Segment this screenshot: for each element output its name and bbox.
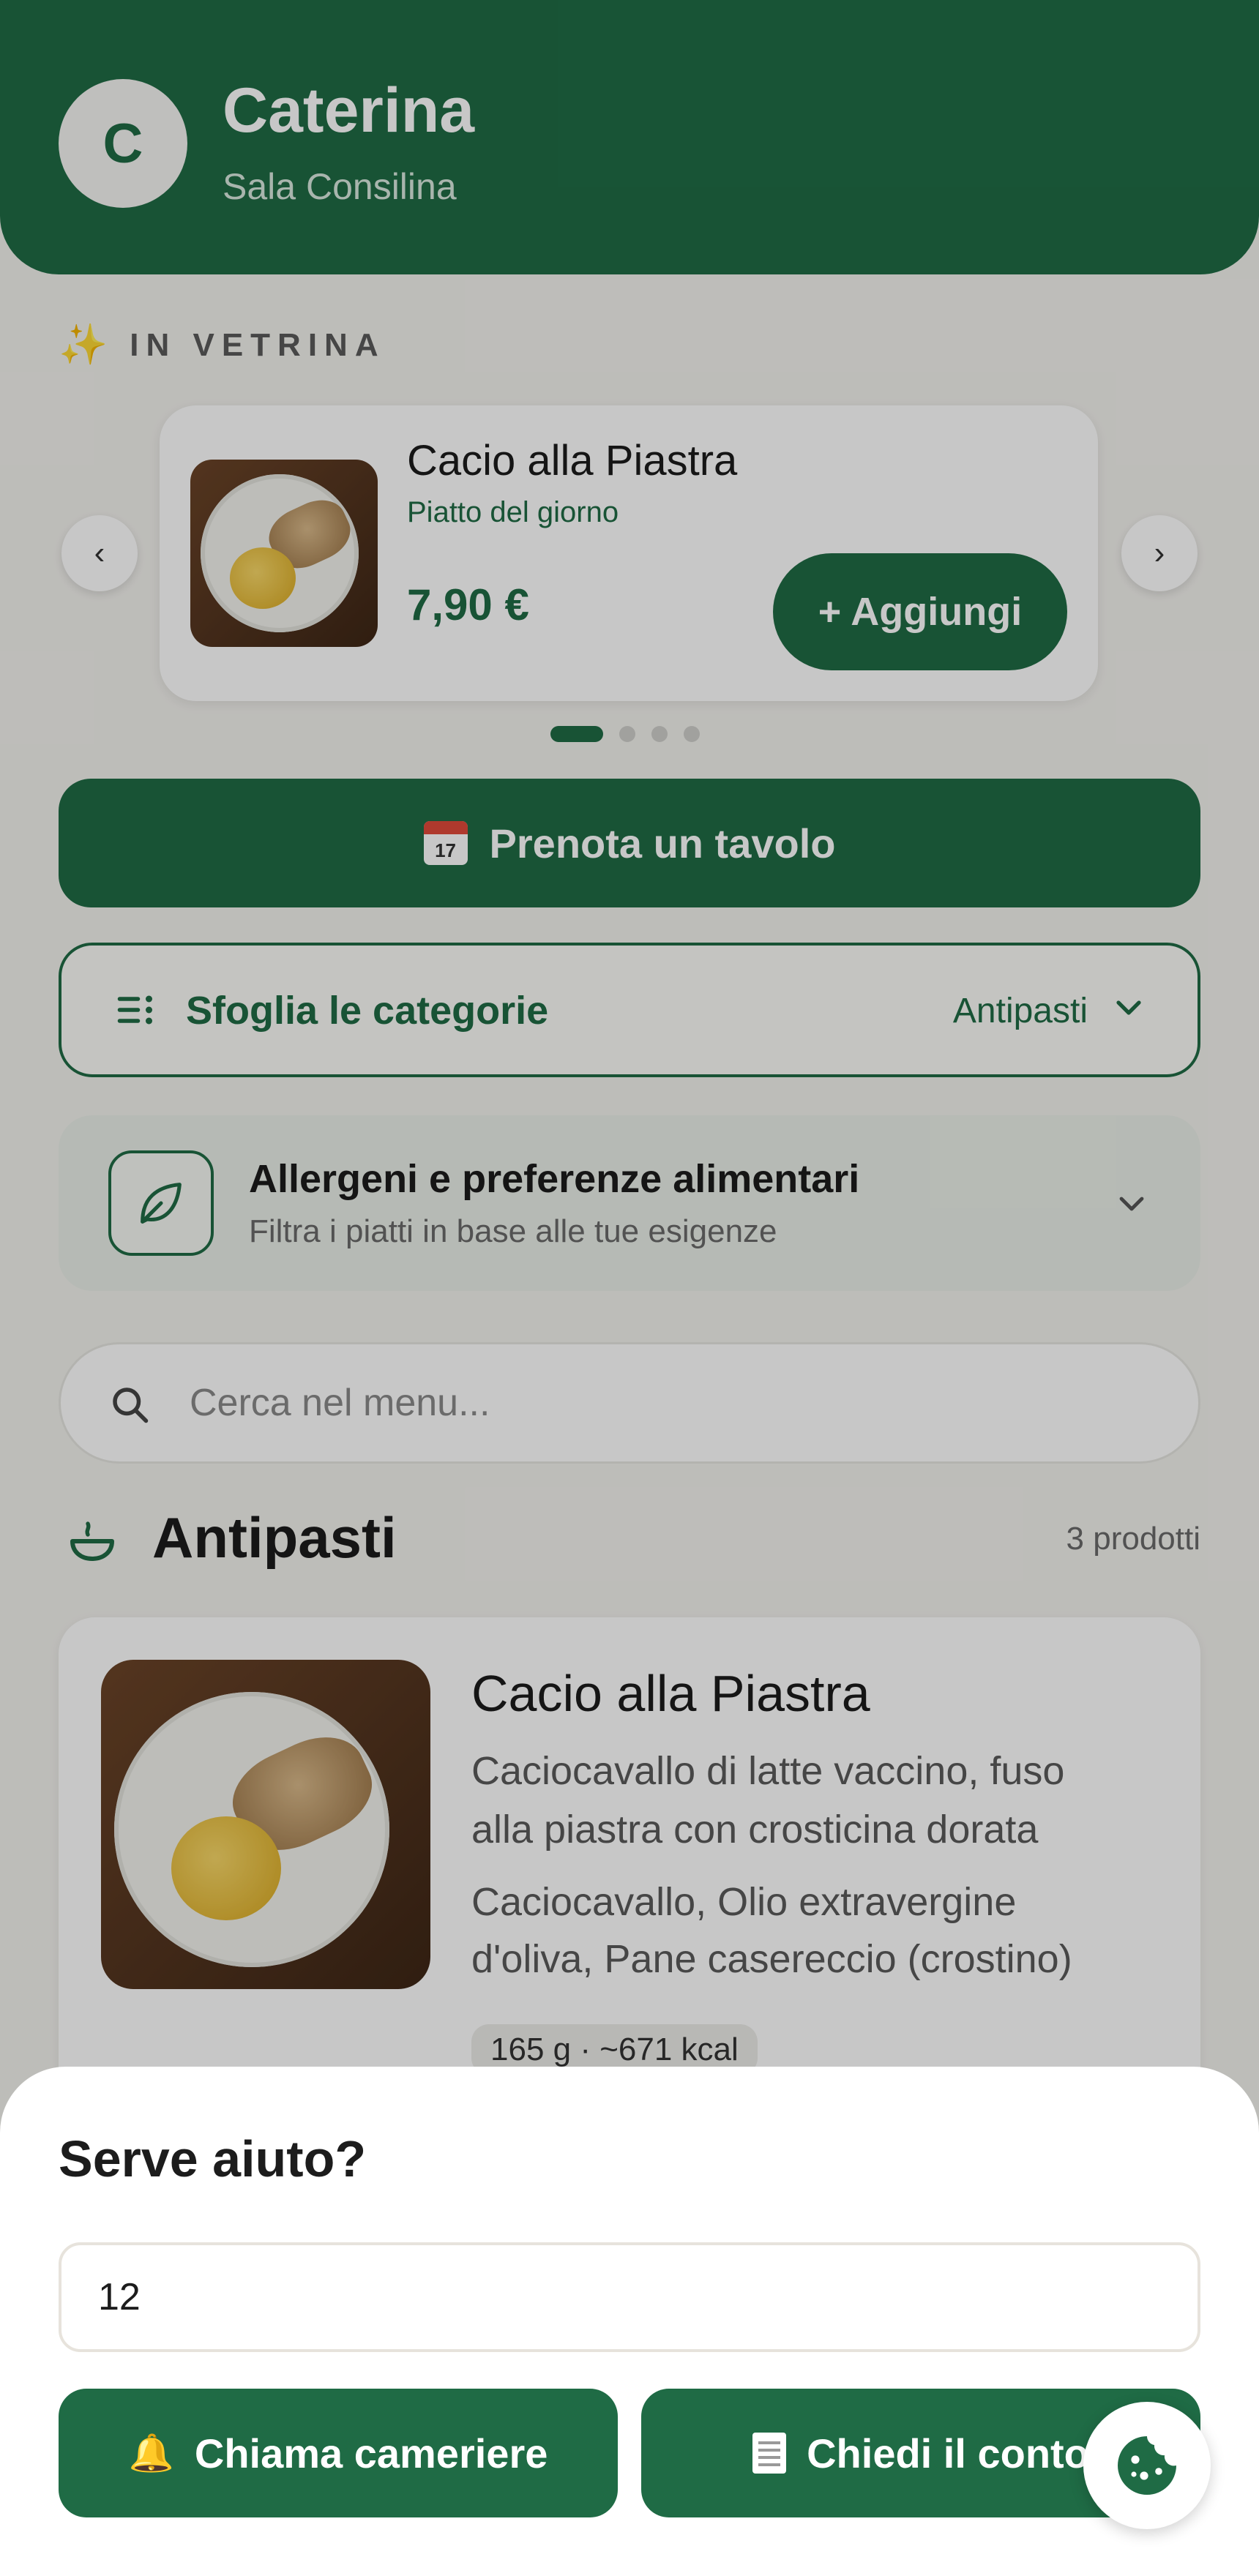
help-bottom-sheet: Serve aiuto? 🔔 Chiama cameriere Chiedi i… <box>0 2067 1259 2576</box>
cookie-icon <box>1118 2436 1176 2495</box>
menu-page: C Caterina Sala Consilina ✨ IN VETRINA ‹… <box>0 0 1259 2576</box>
receipt-icon <box>752 2433 787 2474</box>
help-sheet-title: Serve aiuto? <box>59 2130 367 2187</box>
bell-icon: 🔔 <box>128 2432 174 2474</box>
call-waiter-label: Chiama cameriere <box>194 2430 548 2476</box>
cookie-settings-button[interactable] <box>1083 2402 1211 2529</box>
table-number-input[interactable] <box>59 2242 1200 2352</box>
request-bill-label: Chiedi il conto <box>807 2430 1089 2476</box>
call-waiter-button[interactable]: 🔔 Chiama cameriere <box>59 2389 618 2517</box>
